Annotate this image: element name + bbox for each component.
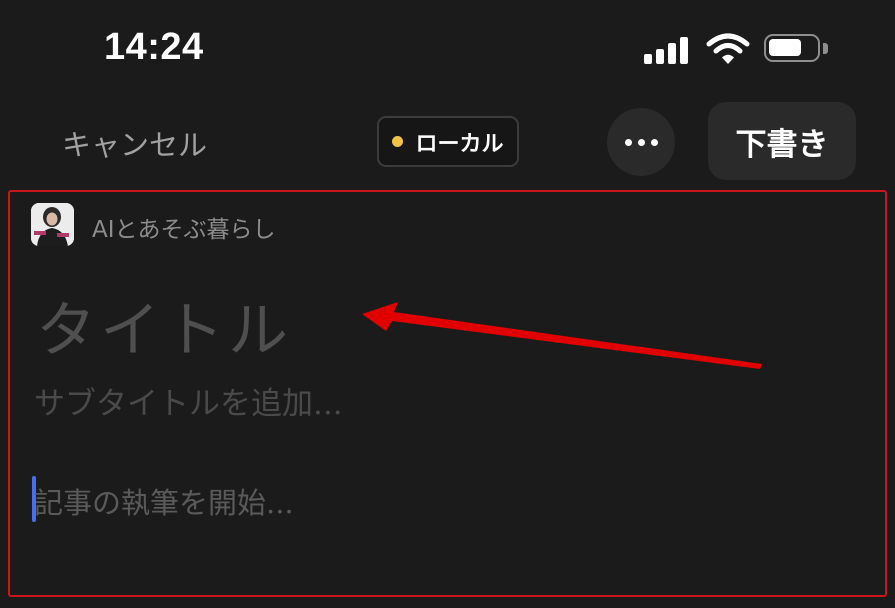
cellular-signal-icon (644, 36, 690, 64)
author-name: AIとあそぶ暮らし (92, 217, 276, 243)
body-input[interactable]: 記事の執筆を開始... (34, 480, 294, 522)
status-time: 14:24 (104, 26, 204, 68)
ellipsis-icon (637, 138, 645, 146)
status-dot-icon (392, 136, 404, 147)
battery-level (769, 39, 801, 56)
title-input[interactable]: タイトル (36, 282, 292, 369)
local-status-badge[interactable]: ローカル (377, 116, 519, 167)
battery-cap (823, 43, 828, 54)
annotation-arrow (362, 302, 762, 369)
battery-icon (764, 34, 820, 62)
ellipsis-icon (650, 138, 658, 146)
save-draft-button[interactable]: 下書き (708, 102, 856, 180)
wifi-icon (706, 33, 750, 64)
subtitle-input[interactable]: サブタイトルを追加... (34, 378, 343, 423)
local-badge-label: ローカル (415, 131, 504, 157)
author-avatar (31, 203, 74, 246)
more-options-button[interactable] (607, 108, 675, 176)
cancel-button[interactable]: キャンセル (62, 122, 207, 164)
ellipsis-icon (624, 138, 632, 146)
